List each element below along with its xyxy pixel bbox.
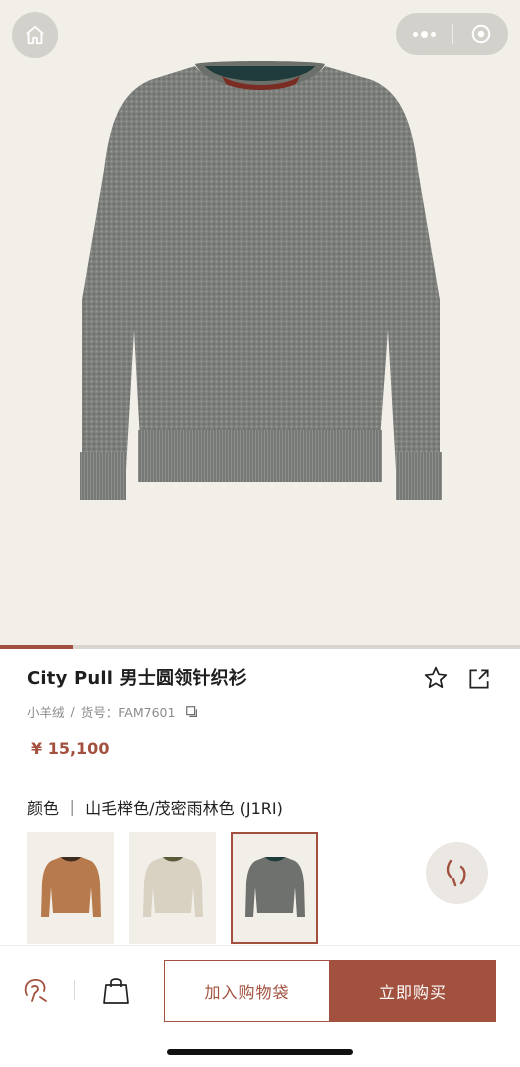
sweater-image	[80, 61, 442, 500]
material-label: 小羊绒	[27, 705, 65, 720]
more-button[interactable]	[396, 30, 452, 38]
meta-separator: /	[70, 704, 75, 719]
share-icon[interactable]	[466, 666, 492, 692]
color-label: 颜色 ｜ 山毛榉色/茂密雨林色 (J1RI)	[27, 799, 283, 818]
cream-sweater-thumbnail	[142, 857, 203, 917]
swatch-orange[interactable]	[27, 832, 114, 944]
product-price: ¥ 15,100	[31, 739, 110, 758]
home-indicator	[167, 1049, 353, 1055]
orange-sweater-thumbnail	[40, 857, 101, 917]
add-to-bag-button[interactable]: 加入购物袋	[164, 960, 330, 1022]
product-image[interactable]	[0, 0, 520, 648]
chat-icon	[446, 859, 466, 887]
color-swatches	[27, 832, 318, 944]
more-icon	[412, 30, 436, 38]
grey-sweater-thumbnail	[244, 857, 305, 917]
close-miniprogram-button[interactable]	[453, 23, 508, 45]
bag-icon[interactable]	[102, 975, 130, 1005]
copy-icon[interactable]	[185, 705, 199, 719]
swatch-cream[interactable]	[129, 832, 216, 944]
miniprogram-capsule	[396, 13, 508, 55]
swatch-grey[interactable]	[231, 832, 318, 944]
home-icon	[26, 25, 44, 45]
sku-label: 货号：FAM7601	[80, 705, 176, 720]
image-progress-fill	[0, 645, 73, 649]
chat-button[interactable]	[426, 842, 488, 904]
image-progress	[0, 645, 520, 649]
product-meta: 小羊绒 / 货号：FAM7601	[27, 702, 199, 721]
bottom-bar-divider	[74, 980, 75, 1000]
product-title: City Pull 男士圆领针织衫	[27, 668, 247, 689]
assistant-icon[interactable]	[20, 975, 50, 1005]
home-button[interactable]	[12, 12, 58, 58]
target-icon	[471, 24, 490, 44]
buy-now-button[interactable]: 立即购买	[330, 960, 496, 1022]
star-icon[interactable]	[423, 665, 449, 691]
